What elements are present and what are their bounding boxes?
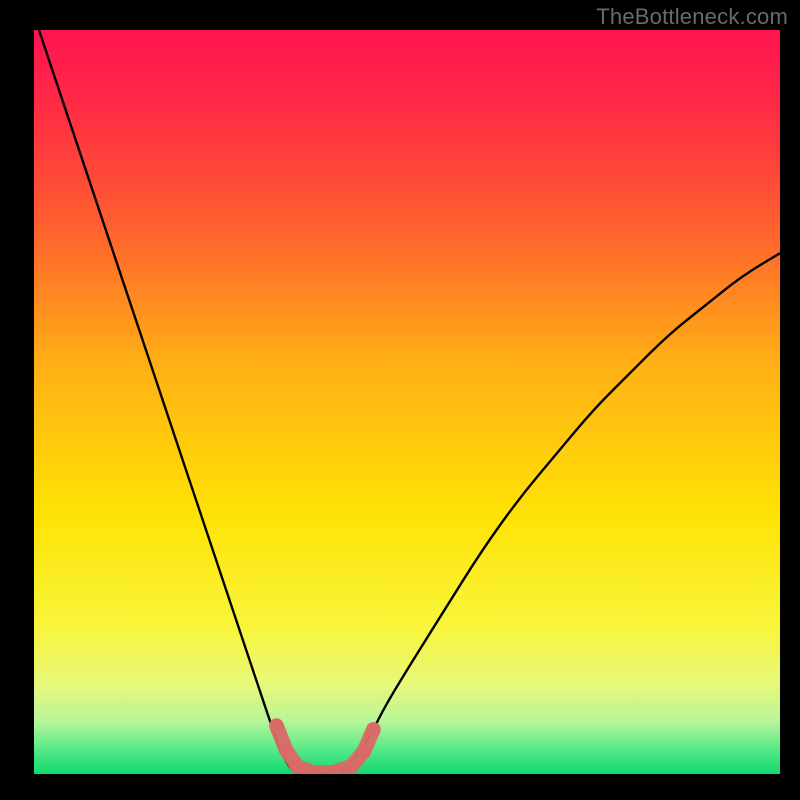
marker-dot	[357, 745, 371, 759]
marker-dot	[269, 719, 283, 733]
plot-area	[34, 30, 780, 774]
bottleneck-curve	[34, 30, 780, 774]
marker-dot	[344, 760, 358, 774]
watermark-text: TheBottleneck.com	[596, 4, 788, 30]
bottom-marker-group	[269, 719, 380, 774]
curve-path	[34, 30, 780, 774]
marker-dot	[366, 722, 380, 736]
marker-dot	[290, 760, 304, 774]
marker-dot	[279, 743, 293, 757]
chart-frame: TheBottleneck.com	[0, 0, 800, 800]
